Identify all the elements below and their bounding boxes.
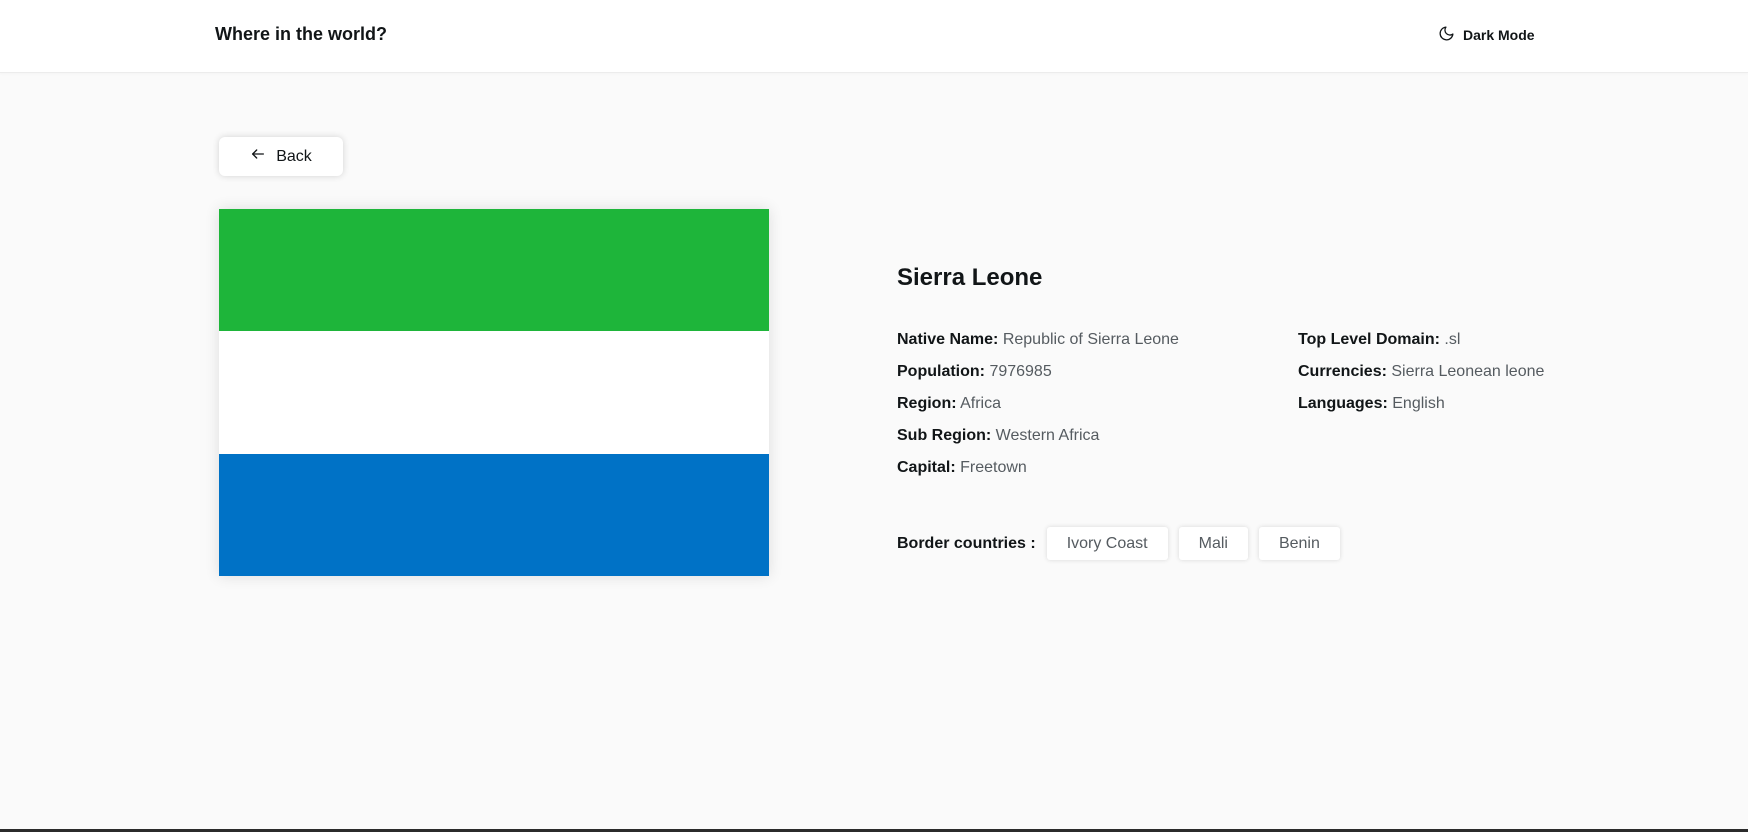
dark-mode-label: Dark Mode (1463, 27, 1535, 43)
moon-icon (1438, 25, 1455, 45)
country-details-primary: Native Name: Republic of Sierra Leone Po… (897, 330, 1179, 490)
flag-stripe-white (219, 331, 769, 454)
sub-region-label: Sub Region: (897, 427, 992, 444)
population-value: 7976985 (989, 363, 1052, 380)
region-row: Region: Africa (897, 394, 1179, 426)
dark-mode-toggle[interactable]: Dark Mode (1438, 25, 1535, 45)
population-row: Population: 7976985 (897, 362, 1179, 394)
currencies-label: Currencies: (1298, 363, 1387, 380)
tld-value: .sl (1444, 331, 1461, 348)
languages-value: English (1392, 395, 1445, 412)
border-country-mali[interactable]: Mali (1178, 527, 1248, 560)
currencies-value: Sierra Leonean leone (1391, 363, 1545, 380)
border-country-ivory-coast[interactable]: Ivory Coast (1046, 527, 1168, 560)
flag-stripe-green (219, 209, 769, 332)
tld-row: Top Level Domain: .sl (1298, 330, 1544, 362)
languages-label: Languages: (1298, 395, 1388, 412)
capital-label: Capital: (897, 459, 956, 476)
capital-value: Freetown (960, 459, 1027, 476)
country-details-secondary: Top Level Domain: .sl Currencies: Sierra… (1298, 330, 1544, 426)
app-title: Where in the world? (215, 24, 388, 44)
country-flag (219, 209, 769, 576)
back-button[interactable]: Back (219, 137, 343, 176)
app-header: Where in the world? Dark Mode (0, 0, 1748, 73)
tld-label: Top Level Domain: (1298, 331, 1440, 348)
country-name: Sierra Leone (897, 264, 1043, 291)
border-country-benin[interactable]: Benin (1258, 527, 1340, 560)
native-name-row: Native Name: Republic of Sierra Leone (897, 330, 1179, 362)
population-label: Population: (897, 363, 985, 380)
back-button-label: Back (276, 147, 312, 165)
flag-stripe-blue (219, 453, 769, 576)
currencies-row: Currencies: Sierra Leonean leone (1298, 362, 1544, 394)
languages-row: Languages: English (1298, 394, 1544, 426)
region-value: Africa (960, 395, 1002, 412)
sub-region-value: Western Africa (995, 427, 1100, 444)
region-label: Region: (897, 395, 957, 412)
border-countries: Border countries : Ivory Coast Mali Beni… (897, 527, 1340, 560)
border-countries-label: Border countries : (897, 534, 1036, 552)
arrow-left-icon (250, 146, 266, 167)
sub-region-row: Sub Region: Western Africa (897, 426, 1179, 458)
native-name-value: Republic of Sierra Leone (1002, 331, 1179, 348)
native-name-label: Native Name: (897, 331, 999, 348)
capital-row: Capital: Freetown (897, 458, 1179, 490)
